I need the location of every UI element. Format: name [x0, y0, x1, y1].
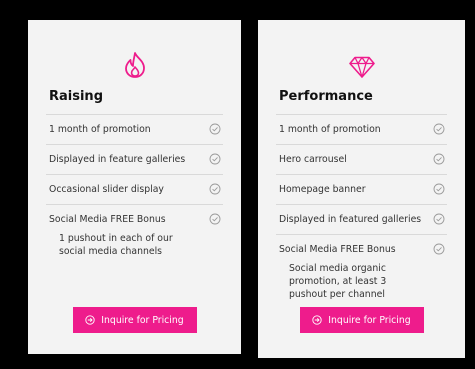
feature-item: Displayed in featured galleries: [276, 204, 447, 234]
inquire-pricing-button[interactable]: Inquire for Pricing: [72, 307, 197, 333]
arrow-circle-right-icon: [85, 315, 95, 325]
check-circle-icon: [209, 183, 221, 195]
flame-icon: [124, 52, 146, 78]
feature-note: 1 pushout in each of our social media ch…: [59, 233, 173, 257]
feature-label: 1 month of promotion: [49, 124, 151, 135]
check-circle-icon: [433, 123, 445, 135]
arrow-circle-right-icon: [312, 315, 322, 325]
feature-item: 1 month of promotion: [276, 114, 447, 144]
feature-item: 1 month of promotion: [46, 114, 223, 144]
check-circle-icon: [209, 123, 221, 135]
feature-label: Hero carrousel: [279, 154, 347, 165]
feature-list: 1 month of promotion Hero carrousel Home…: [276, 114, 447, 310]
check-circle-icon: [433, 243, 445, 255]
feature-note: Social media organic promotion, at least…: [289, 263, 387, 300]
diamond-icon: [348, 56, 375, 78]
feature-label: Social Media FREE Bonus: [279, 244, 396, 255]
button-label: Inquire for Pricing: [328, 314, 411, 326]
check-circle-icon: [433, 153, 445, 165]
feature-label: Displayed in feature galleries: [49, 154, 186, 165]
button-label: Inquire for Pricing: [101, 314, 184, 326]
inquire-pricing-button[interactable]: Inquire for Pricing: [299, 307, 424, 333]
pricing-card-raising: Raising 1 month of promotion Displayed i…: [28, 20, 241, 354]
feature-item: Displayed in feature galleries: [46, 144, 223, 174]
feature-label: Homepage banner: [279, 184, 366, 195]
feature-item: Social Media FREE Bonus Social media org…: [276, 234, 447, 310]
feature-item: Occasional slider display: [46, 174, 223, 204]
check-circle-icon: [209, 213, 221, 225]
plan-title: Performance: [279, 89, 373, 104]
plan-title: Raising: [49, 89, 103, 104]
feature-item: Social Media FREE Bonus 1 pushout in eac…: [46, 204, 223, 267]
check-circle-icon: [433, 213, 445, 225]
feature-label: 1 month of promotion: [279, 124, 381, 135]
feature-label: Social Media FREE Bonus: [49, 214, 166, 225]
pricing-card-performance: Performance 1 month of promotion Hero ca…: [258, 20, 465, 358]
feature-list: 1 month of promotion Displayed in featur…: [46, 114, 223, 267]
feature-label: Displayed in featured galleries: [279, 214, 422, 225]
check-circle-icon: [433, 183, 445, 195]
feature-label: Occasional slider display: [49, 184, 164, 195]
check-circle-icon: [209, 153, 221, 165]
feature-item: Homepage banner: [276, 174, 447, 204]
feature-item: Hero carrousel: [276, 144, 447, 174]
